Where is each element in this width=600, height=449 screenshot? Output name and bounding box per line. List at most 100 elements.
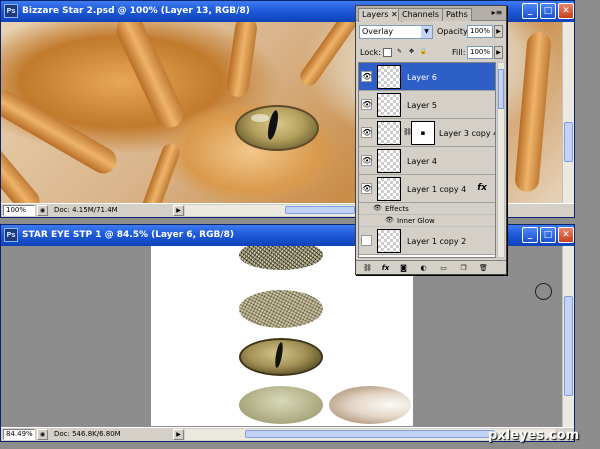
layer-thumbnail — [377, 177, 401, 201]
visibility-eye-icon[interactable]: 👁 — [361, 127, 372, 138]
layer-thumbnail — [377, 121, 401, 145]
layer-name: Layer 1 copy 4 — [407, 185, 467, 194]
layer-name: Layer 5 — [407, 101, 437, 110]
status-menu-icon[interactable]: ◉ — [37, 205, 48, 216]
lock-all-icon[interactable]: 🔒 — [419, 48, 428, 57]
visibility-eye-icon[interactable]: 👁 — [385, 216, 394, 224]
layer-row-layer-1-copy-4[interactable]: 👁 Layer 1 copy 4 fx — [359, 175, 495, 203]
window-title: STAR EYE STP 1 @ 84.5% (Layer 6, RGB/8) — [22, 230, 234, 240]
status-menu-icon[interactable]: ◉ — [37, 429, 48, 440]
layer-row-layer-5[interactable]: 👁 Layer 5 — [359, 91, 495, 119]
link-layers-icon[interactable]: ⛓ — [362, 263, 373, 273]
add-style-icon[interactable]: fx — [380, 263, 391, 273]
starfish-arm — [1, 85, 122, 179]
add-mask-icon[interactable]: ◙ — [398, 263, 409, 273]
lock-brush-icon[interactable]: ✎ — [395, 48, 404, 57]
horizontal-scrollbar[interactable] — [185, 205, 355, 216]
layer-name: Layer 6 — [407, 73, 437, 82]
status-arrow-icon[interactable]: ▶ — [173, 205, 184, 216]
maximize-button[interactable]: □ — [540, 227, 556, 243]
scroll-thumb[interactable] — [564, 296, 573, 396]
close-button[interactable]: ✕ — [558, 227, 574, 243]
zoom-level[interactable]: 100% — [3, 205, 35, 216]
panel-footer: ⛓ fx ◙ ◐ ▭ ❐ 🗑 — [356, 260, 506, 274]
layer-effects-icon[interactable]: fx — [477, 183, 487, 193]
visibility-eye-icon[interactable]: 👁 — [373, 204, 382, 212]
panel-tabs: Layers ✕ Channels Paths ▸≡ — [356, 6, 506, 22]
document-size: Doc: 4.15M/71.4M — [51, 205, 173, 216]
layer-thumbnail — [377, 229, 401, 253]
starfish-arm — [514, 31, 552, 193]
starfish-arm — [111, 22, 189, 133]
vertical-scrollbar[interactable] — [562, 246, 574, 427]
delete-layer-icon[interactable]: 🗑 — [478, 263, 489, 273]
panel-menu-icon[interactable]: ▸≡ — [491, 9, 503, 18]
scroll-thumb[interactable] — [285, 206, 355, 214]
adjustment-layer-icon[interactable]: ◐ — [418, 263, 429, 273]
starfish-arm — [137, 141, 183, 203]
brush-cursor — [535, 283, 552, 300]
layer-thumbnail — [377, 149, 401, 173]
tab-layers[interactable]: Layers ✕ — [358, 8, 402, 22]
tab-paths[interactable]: Paths — [442, 8, 472, 21]
vertical-scrollbar[interactable] — [562, 22, 574, 203]
maximize-button[interactable]: □ — [540, 3, 556, 19]
blend-mode-select[interactable]: Overlay ▼ — [359, 25, 433, 39]
new-group-icon[interactable]: ▭ — [438, 263, 449, 273]
layer-row-layer-1-copy-2[interactable]: Layer 1 copy 2 — [359, 227, 495, 255]
lock-move-icon[interactable]: ✥ — [407, 48, 416, 57]
fill-input[interactable]: 100% — [467, 46, 493, 59]
layers-list: 👁 Layer 6 👁 Layer 5 👁 ⛓ ▪ Layer 3 copy 4… — [358, 62, 496, 258]
lock-label: Lock: — [360, 48, 381, 57]
new-layer-icon[interactable]: ❐ — [458, 263, 469, 273]
scroll-thumb[interactable] — [245, 430, 495, 438]
minimize-button[interactable]: _ — [522, 3, 538, 19]
layer-thumbnail — [377, 65, 401, 89]
eye-highlight — [251, 114, 269, 122]
zoom-level[interactable]: 84.49% — [3, 429, 35, 440]
layer-row-layer-6[interactable]: 👁 Layer 6 — [359, 63, 495, 91]
noise-oval-2 — [239, 290, 323, 328]
lock-transparent-icon[interactable] — [383, 48, 392, 57]
layer-name: Layer 4 — [407, 157, 437, 166]
tab-channels[interactable]: Channels — [398, 8, 444, 21]
visibility-eye-icon[interactable]: 👁 — [361, 71, 372, 82]
inner-glow-row[interactable]: 👁 Inner Glow — [359, 215, 495, 227]
layer-row-layer-4[interactable]: 👁 Layer 4 — [359, 147, 495, 175]
opacity-input[interactable]: 100% — [467, 25, 493, 38]
photoshop-icon: Ps — [4, 228, 18, 242]
layer-thumbnail — [377, 93, 401, 117]
olive-oval — [239, 386, 323, 424]
opacity-label: Opacity: — [437, 27, 470, 36]
fill-label: Fill: — [452, 48, 466, 57]
layer-row-layer-3-copy-4[interactable]: 👁 ⛓ ▪ Layer 3 copy 4 — [359, 119, 495, 147]
visibility-eye-icon[interactable]: 👁 — [361, 155, 372, 166]
layers-panel: Layers ✕ Channels Paths ▸≡ Overlay ▼ Opa… — [355, 5, 507, 275]
status-arrow-icon[interactable]: ▶ — [173, 429, 184, 440]
visibility-eye-icon[interactable]: 👁 — [361, 183, 372, 194]
scroll-thumb[interactable] — [498, 69, 504, 109]
photoshop-icon: Ps — [4, 4, 18, 18]
effects-label: Effects — [385, 205, 409, 213]
effects-row[interactable]: 👁 Effects — [359, 203, 495, 215]
layer-name: Layer 1 copy 2 — [407, 237, 467, 246]
opacity-arrow-icon[interactable]: ▶ — [494, 25, 503, 38]
document-size: Doc: 546.8K/6.80M — [51, 429, 173, 440]
visibility-eye-icon[interactable]: 👁 — [361, 99, 372, 110]
minimize-button[interactable]: _ — [522, 227, 538, 243]
window-title: Bizzare Star 2.psd @ 100% (Layer 13, RGB… — [22, 6, 250, 16]
scroll-thumb[interactable] — [564, 122, 573, 162]
blend-mode-value: Overlay — [362, 27, 394, 36]
beige-oval — [329, 386, 411, 424]
noise-oval-1 — [239, 246, 323, 270]
starfish-arm — [296, 22, 364, 90]
visibility-toggle[interactable] — [361, 235, 372, 246]
layers-scrollbar[interactable] — [497, 62, 505, 258]
starfish-arm — [225, 22, 259, 99]
close-button[interactable]: ✕ — [558, 3, 574, 19]
inner-glow-label: Inner Glow — [397, 217, 435, 225]
layer-mask-thumbnail[interactable]: ▪ — [411, 121, 435, 145]
fill-arrow-icon[interactable]: ▶ — [494, 46, 503, 59]
chevron-down-icon[interactable]: ▼ — [421, 26, 432, 38]
layer-name: Layer 3 copy 4 — [439, 129, 496, 138]
